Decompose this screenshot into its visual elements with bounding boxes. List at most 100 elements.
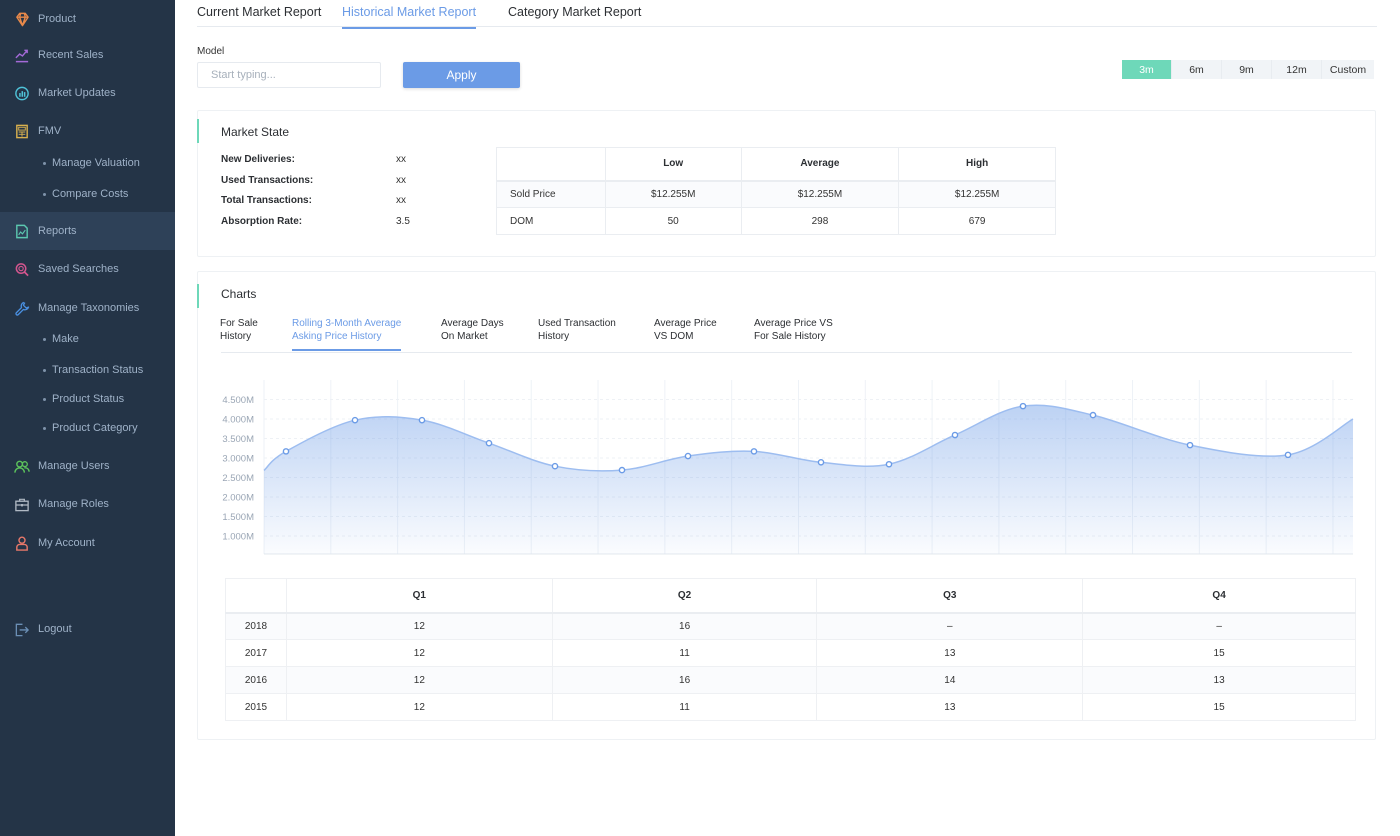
tab-historical-market-report[interactable]: Historical Market Report bbox=[342, 5, 477, 29]
sidebar-item-label: Manage Taxonomies bbox=[38, 302, 140, 314]
column-header: Q4 bbox=[1082, 578, 1356, 614]
bullet-icon bbox=[43, 337, 46, 341]
y-tick-label: 4.500M bbox=[222, 395, 254, 406]
sidebar-item-fmv[interactable]: FMV bbox=[0, 112, 175, 150]
table-row: 2016 12 16 14 13 bbox=[225, 666, 1356, 694]
chart-tab-average-price-vs-for-sale-history[interactable]: Average Price VS For Sale History bbox=[754, 317, 833, 349]
price-history-chart: 1.000M 1.500M 2.000M 2.500M 3.000M 3.500M 4.00… bbox=[222, 380, 1354, 555]
model-label: Model bbox=[197, 46, 225, 57]
tab-current-market-report[interactable]: Current Market Report bbox=[197, 5, 321, 27]
sidebar-subitem-transaction-status[interactable]: Transaction Status bbox=[43, 360, 143, 380]
diamond-icon bbox=[14, 11, 30, 27]
market-state-card: Market State New Deliveries: xx Used Trans… bbox=[197, 110, 1376, 257]
table-cell: 16 bbox=[551, 612, 818, 640]
sidebar-item-my-account[interactable]: My Account bbox=[0, 524, 175, 562]
data-point[interactable] bbox=[1284, 451, 1292, 459]
data-point[interactable] bbox=[351, 416, 359, 424]
sidebar-item-label: Reports bbox=[38, 225, 77, 237]
wrench-icon bbox=[14, 300, 30, 316]
sidebar-item-label: Logout bbox=[38, 623, 72, 635]
user-icon bbox=[14, 535, 30, 551]
sidebar-subitem-label: Manage Valuation bbox=[52, 157, 140, 169]
market-state-value: xx bbox=[396, 174, 406, 186]
data-point[interactable] bbox=[282, 448, 290, 455]
column-header: Q3 bbox=[816, 578, 1084, 614]
market-state-label: Absorption Rate: bbox=[221, 215, 303, 227]
main-content: Current Market Report Historical Market R… bbox=[175, 0, 1400, 836]
data-point[interactable] bbox=[618, 466, 626, 474]
data-point[interactable] bbox=[951, 431, 959, 439]
y-tick-label: 3.500M bbox=[222, 434, 254, 445]
sidebar-subitem-manage-valuation[interactable]: Manage Valuation bbox=[43, 153, 140, 173]
data-point[interactable] bbox=[817, 458, 825, 466]
sidebar-item-reports[interactable]: Reports bbox=[0, 212, 175, 250]
sidebar-item-label: Manage Users bbox=[38, 460, 110, 472]
chart-tab-used-transaction-history[interactable]: Used Transaction History bbox=[538, 317, 616, 349]
row-label: 2018 bbox=[225, 612, 287, 640]
table-header-row: Low Average High bbox=[496, 147, 1056, 182]
table-header-row: Q1 Q2 Q3 Q4 bbox=[225, 578, 1356, 614]
sidebar-item-market-updates[interactable]: Market Updates bbox=[0, 74, 175, 112]
card-accent bbox=[197, 119, 199, 143]
series-area bbox=[264, 405, 1353, 554]
data-point[interactable] bbox=[684, 452, 692, 460]
data-point[interactable] bbox=[885, 460, 893, 468]
sidebar-item-label: FMV bbox=[38, 125, 62, 137]
sidebar-item-manage-roles[interactable]: Manage Roles bbox=[0, 485, 175, 523]
sidebar-subitem-make[interactable]: Make bbox=[43, 329, 79, 349]
charts-title: Charts bbox=[221, 287, 257, 301]
table-cell: 11 bbox=[551, 693, 818, 721]
sidebar-item-manage-taxonomies[interactable]: Manage Taxonomies bbox=[0, 289, 175, 327]
chart-tab-for-sale-history[interactable]: For Sale History bbox=[220, 317, 258, 349]
charts-card: Charts For Sale History Rolling 3-Month A… bbox=[197, 271, 1376, 740]
table-cell: 14 bbox=[816, 666, 1084, 694]
sidebar-item-manage-users[interactable]: Manage Users bbox=[0, 447, 175, 485]
table-cell: 11 bbox=[551, 639, 818, 667]
column-header: Average bbox=[740, 147, 900, 182]
table-cell: – bbox=[816, 612, 1084, 640]
column-header: Q2 bbox=[551, 578, 818, 614]
period-9m-button[interactable]: 9m bbox=[1222, 60, 1272, 79]
period-12m-button[interactable]: 12m bbox=[1272, 60, 1322, 79]
sidebar-item-recent-sales[interactable]: Recent Sales bbox=[0, 36, 175, 74]
data-point[interactable] bbox=[750, 448, 758, 455]
data-point[interactable] bbox=[1089, 411, 1097, 419]
tab-category-market-report[interactable]: Category Market Report bbox=[508, 5, 641, 27]
sidebar-subitem-label: Product Category bbox=[52, 422, 138, 434]
apply-button[interactable]: Apply bbox=[403, 62, 520, 88]
chart-tab-average-days-on-market[interactable]: Average Days On Market bbox=[441, 317, 504, 349]
period-3m-button[interactable]: 3m bbox=[1122, 60, 1172, 79]
sidebar-item-logout[interactable]: Logout bbox=[0, 610, 175, 648]
data-point[interactable] bbox=[418, 416, 426, 424]
sidebar-subitem-label: Compare Costs bbox=[52, 188, 129, 200]
table-row: DOM 50 298 679 bbox=[496, 207, 1056, 235]
column-header bbox=[225, 578, 287, 614]
period-6m-button[interactable]: 6m bbox=[1172, 60, 1222, 79]
sidebar-item-label: Saved Searches bbox=[38, 263, 119, 275]
table-cell: 13 bbox=[816, 693, 1084, 721]
row-label: 2016 bbox=[225, 666, 287, 694]
data-point[interactable] bbox=[1186, 441, 1194, 449]
data-point[interactable] bbox=[551, 462, 559, 470]
bullet-icon bbox=[43, 368, 46, 372]
table-cell: 13 bbox=[816, 639, 1084, 667]
sidebar-item-product[interactable]: Product bbox=[0, 0, 175, 38]
data-point[interactable] bbox=[485, 439, 493, 447]
chart-tab-rolling-3-month-average-asking-price-history[interactable]: Rolling 3-Month Average Asking Price His… bbox=[292, 317, 402, 351]
sidebar-subitem-compare-costs[interactable]: Compare Costs bbox=[43, 184, 128, 204]
model-input[interactable] bbox=[197, 62, 381, 88]
period-selector: 3m 6m 9m 12m Custom bbox=[1122, 60, 1374, 79]
chart-refresh-icon bbox=[14, 85, 30, 101]
search-icon bbox=[14, 261, 30, 277]
table-cell: – bbox=[1082, 612, 1356, 640]
period-custom-button[interactable]: Custom bbox=[1322, 60, 1374, 79]
chart-tab-average-price-vs-dom[interactable]: Average Price VS DOM bbox=[654, 317, 717, 349]
sidebar-subitem-product-status[interactable]: Product Status bbox=[43, 389, 124, 409]
sidebar-subitem-product-category[interactable]: Product Category bbox=[43, 418, 138, 438]
data-point[interactable] bbox=[1019, 402, 1027, 410]
users-icon bbox=[14, 458, 30, 474]
market-state-label: New Deliveries: bbox=[221, 154, 295, 165]
sidebar-item-saved-searches[interactable]: Saved Searches bbox=[0, 250, 175, 288]
sidebar-subitem-label: Make bbox=[52, 333, 79, 345]
market-state-value: 3.5 bbox=[396, 215, 410, 227]
